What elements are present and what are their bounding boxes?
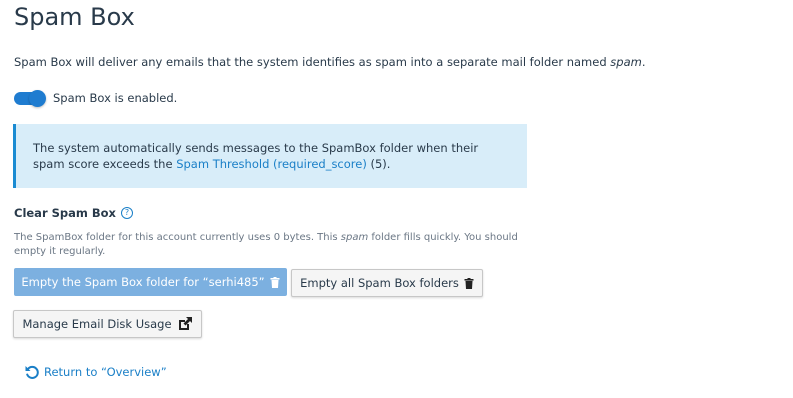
empty-account-spam-label: Empty the Spam Box folder for “serhi485” (21, 275, 265, 289)
toggle-label: Spam Box is enabled. (53, 91, 178, 105)
spam-box-toggle-row: Spam Box is enabled. (14, 89, 177, 107)
empty-all-spam-button[interactable]: Empty all Spam Box folders (291, 269, 483, 297)
intro-text: Spam Box will deliver any emails that th… (14, 55, 611, 69)
empty-account-spam-button[interactable]: Empty the Spam Box folder for “serhi485” (14, 268, 287, 296)
trash-icon (464, 277, 474, 289)
empty-all-spam-label: Empty all Spam Box folders (300, 276, 459, 290)
trash-icon (270, 276, 280, 288)
info-callout: The system automatically sends messages … (13, 124, 527, 188)
return-to-overview-link[interactable]: Return to “Overview” (24, 364, 167, 380)
spam-threshold-link[interactable]: Spam Threshold (required_score) (176, 157, 367, 171)
manage-email-disk-usage-label: Manage Email Disk Usage (22, 317, 172, 331)
clear-spam-box-title: Clear Spam Box (14, 206, 116, 220)
usage-folder-name: spam (340, 232, 369, 243)
intro-text-end: . (641, 55, 646, 69)
manage-email-disk-usage-button[interactable]: Manage Email Disk Usage (13, 310, 202, 338)
external-link-icon (177, 316, 193, 332)
usage-description: The SpamBox folder for this account curr… (14, 231, 524, 259)
info-text: The system automatically sends messages … (33, 140, 513, 172)
intro-folder-name: spam (610, 55, 642, 69)
intro-description: Spam Box will deliver any emails that th… (14, 54, 645, 70)
undo-icon (24, 364, 40, 380)
toggle-knob (29, 89, 46, 107)
spam-box-toggle[interactable] (14, 89, 46, 107)
clear-spam-box-heading: Clear Spam Box ? (14, 205, 133, 221)
spam-box-page: Spam Box Spam Box will deliver any email… (0, 0, 793, 398)
info-text-end: (5). (366, 157, 391, 171)
usage-text-start: The SpamBox folder for this account curr… (14, 232, 341, 243)
return-to-overview-label: Return to “Overview” (44, 365, 167, 379)
page-title: Spam Box (14, 3, 135, 31)
question-circle-icon[interactable]: ? (120, 207, 133, 219)
